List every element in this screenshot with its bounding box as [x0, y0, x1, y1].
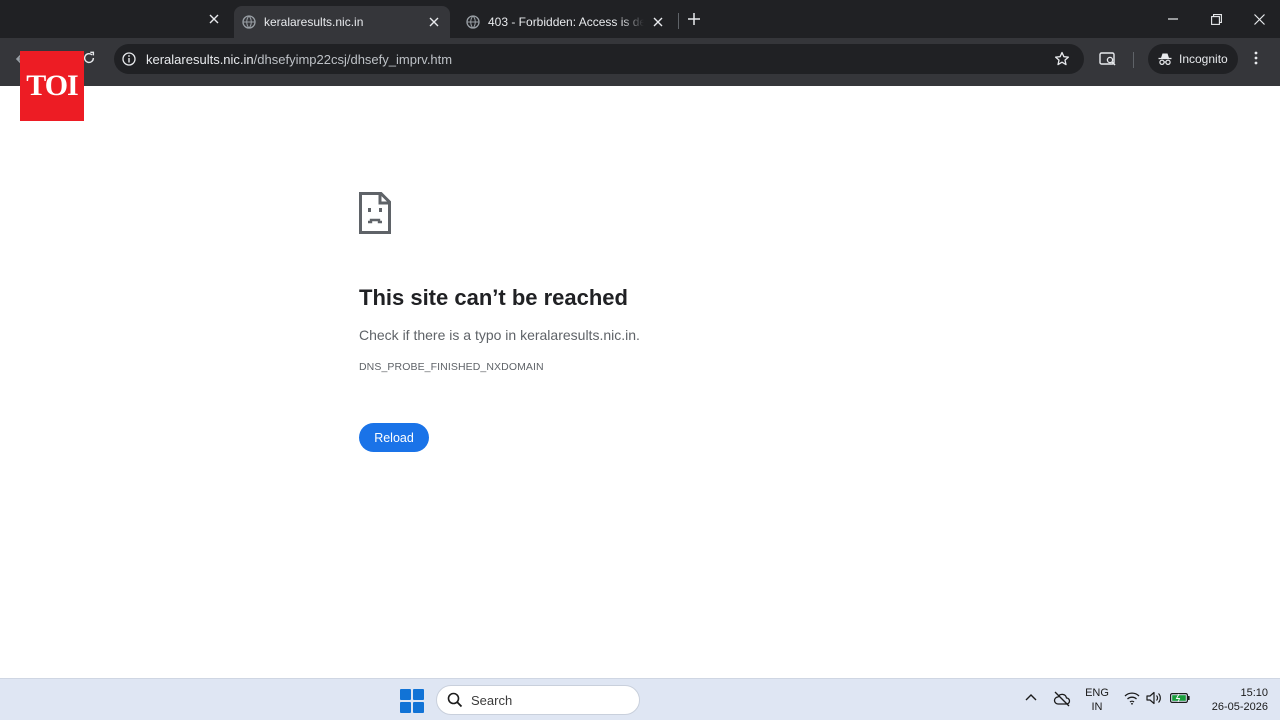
sad-page-icon	[359, 192, 391, 234]
url-path: /dhsefyimp22csj/dhsefy_imprv.htm	[253, 51, 453, 67]
incognito-icon	[1158, 53, 1172, 66]
tab-keralaresults[interactable]: keralaresults.nic.in	[234, 6, 450, 38]
wifi-icon	[1124, 692, 1140, 705]
minimize-button[interactable]	[1162, 8, 1184, 30]
bookmark-button[interactable]	[1054, 51, 1070, 67]
show-hidden-icons-button[interactable]	[1025, 693, 1037, 701]
onedrive-status[interactable]	[1053, 691, 1071, 707]
url-text: keralaresults.nic.in/dhsefyimp22csj/dhse…	[146, 52, 452, 67]
tab-forbidden[interactable]: 403 - Forbidden: Access is denied.	[458, 6, 674, 38]
close-icon	[653, 17, 663, 27]
windows-taskbar: Search ENG IN 15:10 26-05-2026	[0, 678, 1280, 720]
taskbar-search-placeholder: Search	[471, 692, 513, 708]
prev-tab-close-button[interactable]	[203, 8, 225, 30]
language-indicator[interactable]: ENG IN	[1082, 686, 1112, 714]
chevron-up-icon	[1025, 694, 1037, 701]
incognito-indicator[interactable]: Incognito	[1148, 44, 1238, 74]
error-description: Check if there is a typo in keralaresult…	[359, 327, 640, 343]
tab-search-icon	[1099, 52, 1116, 66]
language-code: ENG	[1085, 687, 1109, 699]
window-close-button[interactable]	[1248, 8, 1270, 30]
minimize-icon	[1168, 18, 1178, 20]
globe-icon	[242, 15, 256, 29]
volume-status[interactable]	[1146, 691, 1164, 705]
globe-icon	[466, 15, 480, 29]
wifi-status[interactable]	[1124, 691, 1140, 705]
error-code: DNS_PROBE_FINISHED_NXDOMAIN	[359, 361, 544, 373]
url-host: keralaresults.nic.in	[146, 51, 254, 67]
volume-icon	[1146, 691, 1161, 705]
browser-tabstrip: keralaresults.nic.in 403 - Forbidden: Ac…	[0, 0, 1280, 38]
address-bar[interactable]: keralaresults.nic.in/dhsefyimp22csj/dhse…	[114, 44, 1084, 74]
reload-page-button[interactable]	[82, 51, 96, 65]
restore-button[interactable]	[1205, 8, 1227, 30]
star-icon	[1054, 51, 1070, 66]
battery-status[interactable]	[1170, 692, 1190, 704]
close-icon	[429, 17, 439, 27]
error-page: This site can’t be reached Check if ther…	[359, 192, 959, 373]
taskbar-search-box[interactable]: Search	[436, 685, 640, 715]
tab-search-button[interactable]	[1099, 51, 1117, 67]
incognito-label: Incognito	[1179, 52, 1228, 66]
tab-title: 403 - Forbidden: Access is denied.	[488, 15, 644, 29]
site-info-button[interactable]	[122, 52, 136, 66]
clock-time: 15:10	[1240, 687, 1268, 699]
tab-separator	[678, 13, 679, 29]
window-close-icon	[1253, 13, 1265, 25]
info-icon	[122, 52, 136, 66]
cloud-off-icon	[1053, 691, 1071, 707]
search-icon	[447, 692, 463, 708]
error-heading: This site can’t be reached	[359, 285, 628, 310]
clock-date: 26-05-2026	[1211, 701, 1268, 713]
restore-icon	[1210, 13, 1222, 25]
windows-start-icon[interactable]	[400, 689, 424, 713]
kebab-menu-icon	[1254, 51, 1258, 65]
reload-button[interactable]: Reload	[359, 423, 429, 452]
reload-icon	[83, 51, 95, 64]
tab-close-button[interactable]	[650, 14, 666, 30]
tab-close-button[interactable]	[426, 14, 442, 30]
toi-logo: TOI	[20, 51, 84, 121]
toolbar-separator	[1133, 52, 1134, 68]
plus-icon	[688, 13, 700, 25]
close-icon	[209, 14, 219, 24]
tab-title: keralaresults.nic.in	[264, 15, 364, 29]
browser-toolbar: keralaresults.nic.in/dhsefyimp22csj/dhse…	[0, 38, 1280, 86]
language-region: IN	[1091, 701, 1103, 713]
battery-icon	[1170, 693, 1190, 704]
browser-menu-button[interactable]	[1254, 51, 1258, 65]
taskbar-clock[interactable]: 15:10 26-05-2026	[1200, 686, 1268, 714]
new-tab-button[interactable]	[684, 9, 704, 29]
